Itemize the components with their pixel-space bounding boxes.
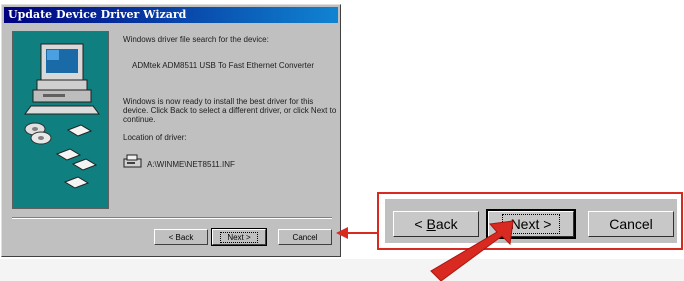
pointer-arrow-icon <box>336 227 377 239</box>
annotation-overlay <box>336 220 514 281</box>
arrow-icon <box>430 220 514 281</box>
